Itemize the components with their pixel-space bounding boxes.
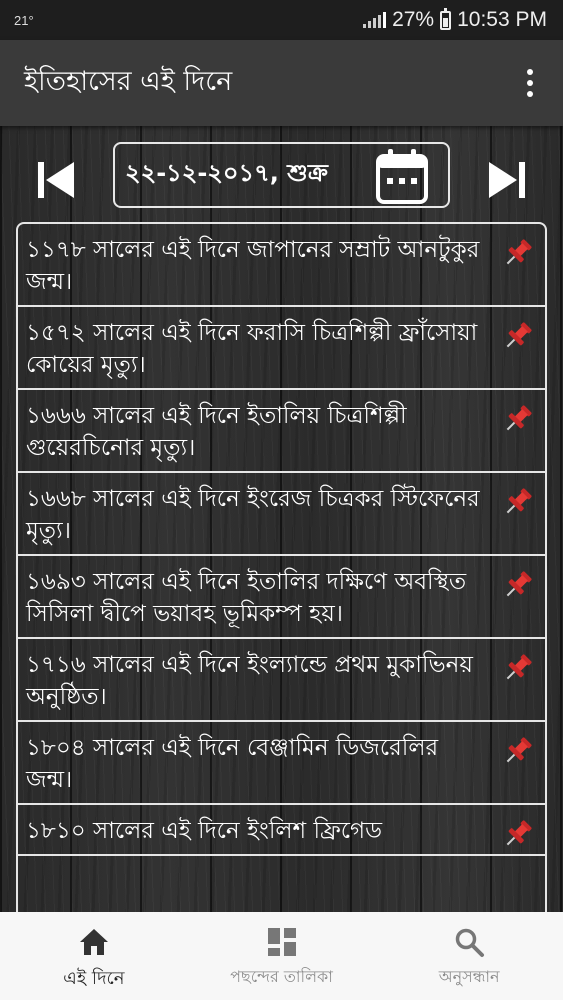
list-item[interactable]: ১৬৬৮ সালের এই দিনে ইংরেজ চিত্রকর স্টিফেন… (18, 473, 545, 556)
pin-icon[interactable] (501, 734, 535, 768)
event-text: ১৬৬৮ সালের এই দিনে ইংরেজ চিত্রকর স্টিফেন… (26, 486, 480, 544)
content-area: ২২-১২-২০১৭, শুক্র ১১৭৮ সালের এই দিনে জাপ… (0, 126, 563, 912)
app-bar: ইতিহাসের এই দিনে (0, 40, 563, 126)
page-title: ইতিহাসের এই দিনে (24, 65, 233, 97)
calendar-icon[interactable] (374, 148, 430, 206)
skip-previous-icon[interactable] (34, 158, 78, 202)
event-text: ১৬৬৬ সালের এই দিনে ইতালিয় চিত্রশিল্পী গ… (26, 403, 407, 461)
event-list[interactable]: ১১৭৮ সালের এই দিনে জাপানের সম্রাট আনটুকু… (16, 222, 547, 912)
search-icon (455, 928, 485, 957)
event-text: ১৮১০ সালের এই দিনে ইংলিশ ফ্রিগেড (26, 818, 383, 844)
date-selector[interactable]: ২২-১২-২০১৭, শুক্র (113, 142, 450, 208)
date-navigator: ২২-১২-২০১৭, শুক্র (0, 140, 563, 210)
list-item[interactable]: ১৮০৪ সালের এই দিনে বেঞ্জামিন ডিজরেলির জন… (18, 722, 545, 805)
status-bar: 21° 27% 10:53 PM (0, 0, 563, 40)
pin-icon[interactable] (501, 485, 535, 519)
pin-icon[interactable] (501, 651, 535, 685)
event-text: ১৫৭২ সালের এই দিনে ফরাসি চিত্রশিল্পী ফ্র… (26, 320, 478, 378)
event-text: ১৭১৬ সালের এই দিনে ইংল্যান্ডে প্রথম মুকা… (26, 652, 473, 710)
tab-label: অনুসন্ধান (438, 967, 500, 986)
pin-icon[interactable] (501, 236, 535, 270)
current-date: ২২-১২-২০১৭, শুক্র (125, 159, 328, 187)
list-item[interactable]: ১৫৭২ সালের এই দিনে ফরাসি চিত্রশিল্পী ফ্র… (18, 307, 545, 390)
tab-label: পছন্দের তালিকা (230, 967, 333, 986)
battery-icon (440, 7, 452, 30)
tab-this-day[interactable]: এই দিনে (0, 912, 188, 1000)
tab-label: এই দিনে (63, 968, 125, 989)
pin-icon[interactable] (501, 319, 535, 353)
pin-icon[interactable] (501, 402, 535, 436)
event-text: ১৬৯৩ সালের এই দিনে ইতালির দক্ষিণে অবস্থি… (26, 569, 467, 627)
list-item[interactable]: ১৭১৬ সালের এই দিনে ইংল্যান্ডে প্রথম মুকা… (18, 639, 545, 722)
bottom-navigation: এই দিনে পছন্দের তালিকা অনুসন্ধান (0, 912, 563, 1000)
list-item[interactable]: ১৬৯৩ সালের এই দিনে ইতালির দক্ষিণে অবস্থি… (18, 556, 545, 639)
event-text: ১১৭৮ সালের এই দিনে জাপানের সম্রাট আনটুকু… (26, 237, 480, 295)
clock: 10:53 PM (457, 8, 547, 31)
list-item[interactable]: ১১৭৮ সালের এই দিনে জাপানের সম্রাট আনটুকু… (18, 224, 545, 307)
pin-icon[interactable] (501, 817, 535, 851)
more-vert-icon[interactable] (519, 63, 541, 103)
list-item[interactable]: ১৬৬৬ সালের এই দিনে ইতালিয় চিত্রশিল্পী গ… (18, 390, 545, 473)
tab-favorites[interactable]: পছন্দের তালিকা (188, 912, 376, 1000)
signal-icon (363, 12, 387, 28)
home-icon (79, 929, 108, 955)
status-icons: 27% 10:53 PM (363, 7, 547, 32)
dashboard-icon (267, 928, 296, 956)
event-text: ১৮০৪ সালের এই দিনে বেঞ্জামিন ডিজরেলির জন… (26, 735, 439, 793)
pin-icon[interactable] (501, 568, 535, 602)
battery-percent: 27% (392, 8, 435, 31)
weather-temperature: 21° (14, 12, 34, 28)
skip-next-icon[interactable] (485, 158, 529, 202)
tab-search[interactable]: অনুসন্ধান (375, 912, 563, 1000)
list-item[interactable]: ১৮১০ সালের এই দিনে ইংলিশ ফ্রিগেড (18, 805, 545, 856)
